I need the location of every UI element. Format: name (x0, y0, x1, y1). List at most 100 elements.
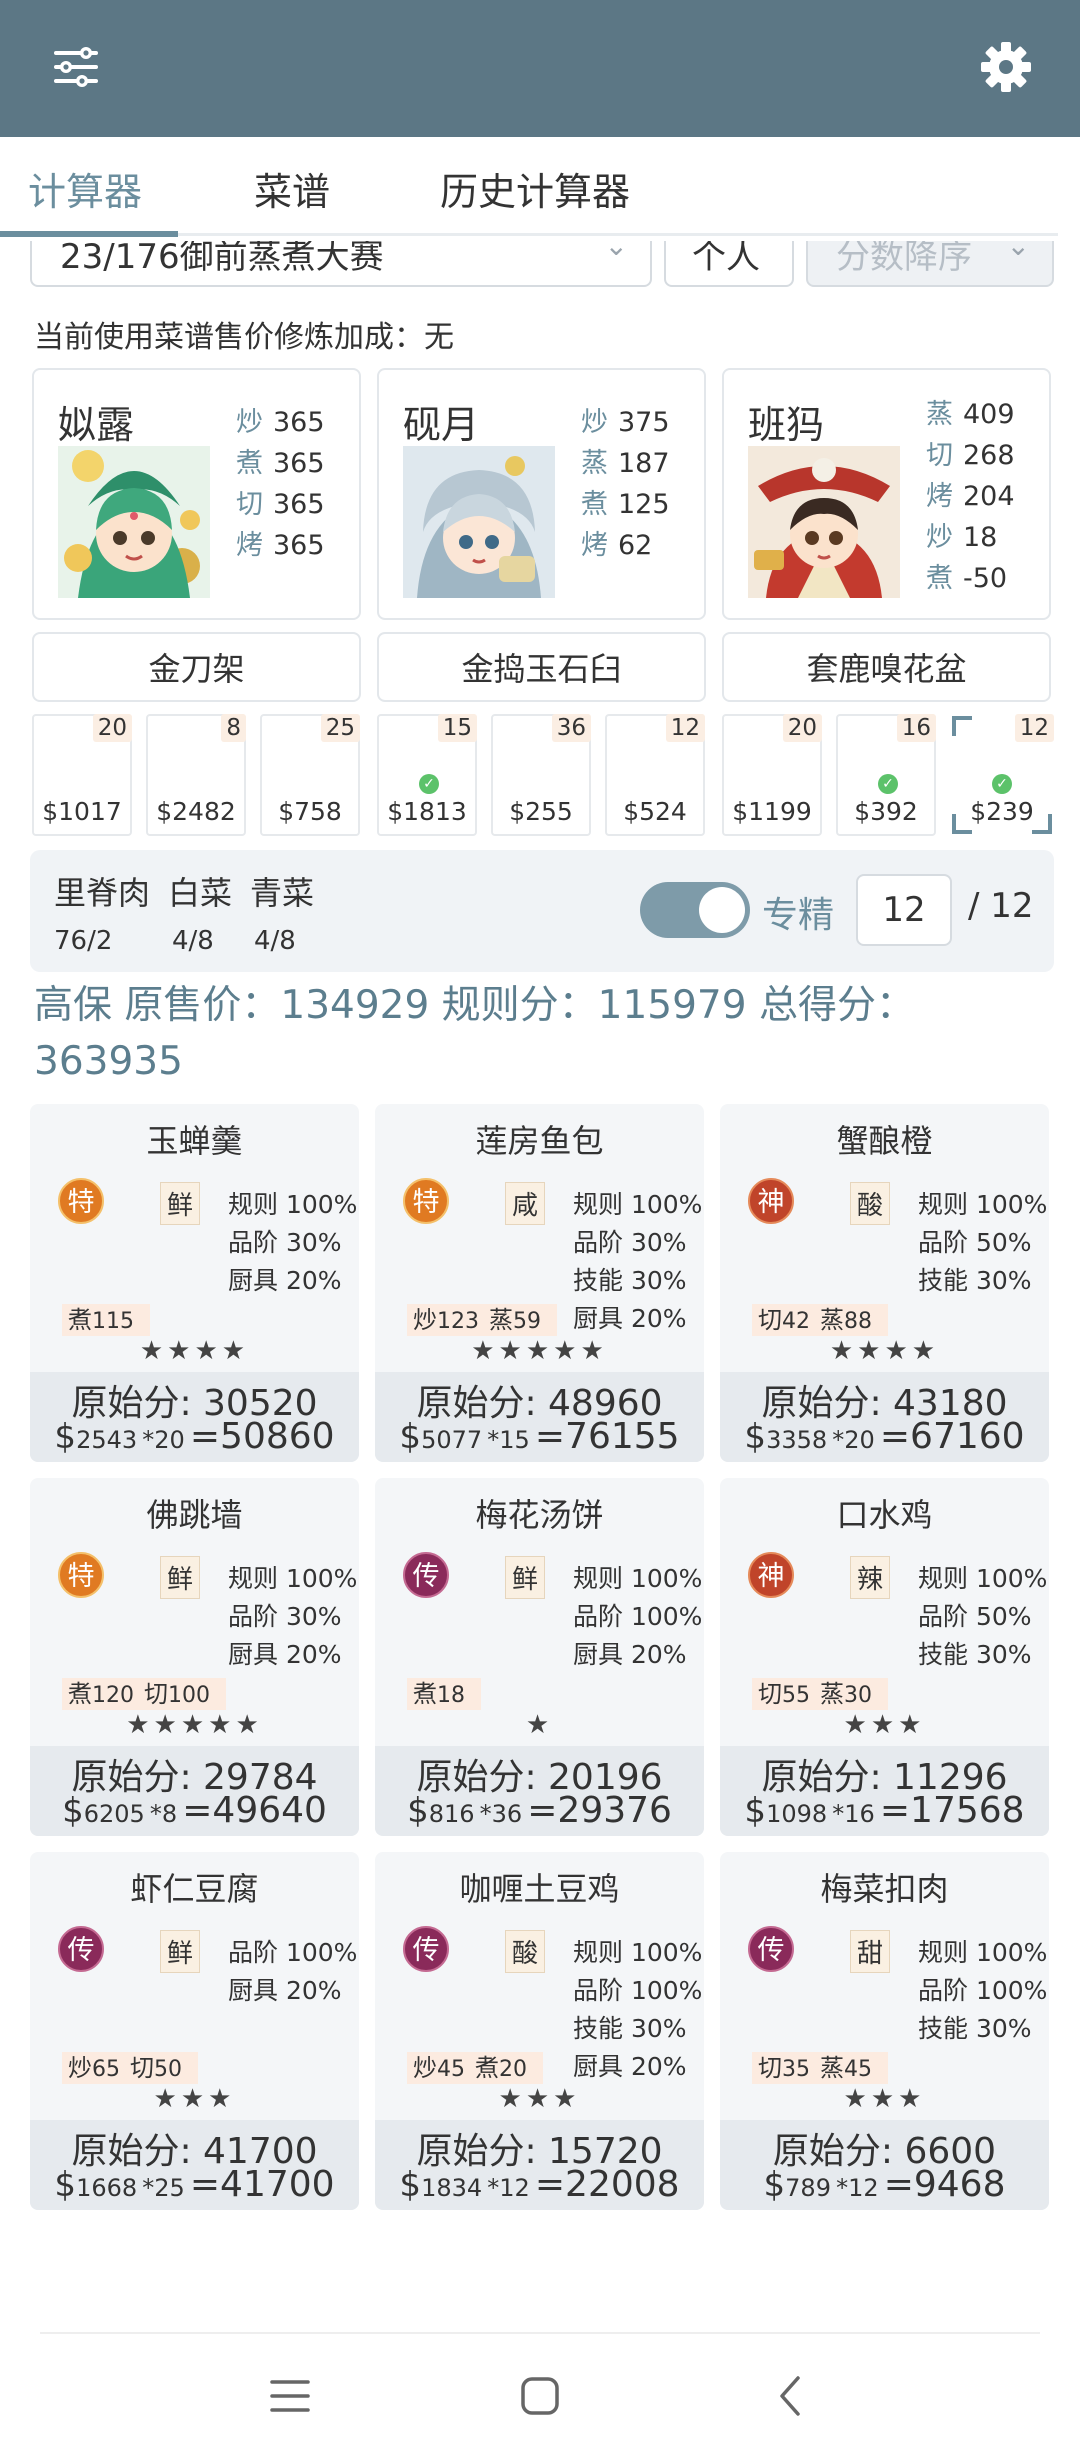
recipe-slot[interactable]: 25 $758 (260, 714, 360, 836)
recipe-card[interactable]: 梅菜扣肉传 甜规则 100% 品阶 100% 技能 30% 切35 蒸45 ★★★ 原始分: … (720, 1852, 1049, 2210)
recipe-name: 梅花汤饼 (475, 1496, 604, 1534)
unit-price: 2543 (76, 1426, 138, 1454)
recipe-stars: ★★★ (843, 1710, 926, 1740)
specialize-toggle[interactable] (640, 882, 750, 938)
home-icon[interactable] (500, 2364, 580, 2428)
recipe-name: 玉蝉羹 (146, 1122, 243, 1160)
recipe-card[interactable]: 佛跳墙特 鲜规则 100% 品阶 30% 厨具 20% 煮120 切100 ★★★★★ 原始分… (30, 1478, 359, 1836)
chef-skill: 蒸 187 (581, 448, 670, 479)
skill-need: 123 (437, 1309, 479, 1334)
chef-skill: 煮 -50 (926, 563, 1008, 594)
recipe-rule: 规则 100% (228, 1190, 358, 1219)
unit-price: 1098 (766, 1800, 828, 1828)
recipe-card[interactable]: 口水鸡神 辣规则 100% 品阶 50% 技能 30% 切55 蒸30 ★★★ 原始分: 11… (720, 1478, 1049, 1836)
skill-requirements: 煮120 切100 (62, 1678, 226, 1710)
rank-badge: 特 (58, 1178, 104, 1224)
recipe-slot[interactable]: 20 $1199 (722, 714, 822, 836)
total-price: =49640 (182, 1790, 327, 1831)
slot-price: $255 (509, 797, 573, 826)
dollar-sign: $ (54, 2165, 77, 2205)
recipe-slot[interactable]: 20 $1017 (32, 714, 132, 836)
skill-type: 煮 (68, 1680, 92, 1708)
recipe-rule: 品阶 30% (228, 1228, 342, 1257)
score-summary: 高保 原售价：134929 规则分：115979 总得分：363935 (34, 983, 915, 1084)
taste-tag: 咸 (505, 1182, 546, 1225)
slot-quantity: 15 (437, 714, 477, 742)
chef-skills: 炒 365 煮 365 切 365 烤 365 (236, 400, 356, 564)
dollar-sign: $ (744, 1791, 767, 1831)
dollar-sign: $ (744, 1417, 767, 1457)
skill-requirements: 炒45 煮20 (407, 2052, 543, 2084)
tab-history-calculator[interactable]: 历史计算器 (440, 161, 630, 216)
contest-select[interactable]: 23/176御前蒸煮大赛 ⌄ (30, 241, 652, 287)
taste-tag: 鲜 (505, 1556, 546, 1599)
multiplier: *12 (487, 2174, 530, 2202)
skill-need: 115 (92, 1309, 134, 1334)
recipe-card[interactable]: 梅花汤饼传 鲜规则 100% 品阶 100% 厨具 20% 煮18 ★ 原始分: 20196… (375, 1478, 704, 1836)
skill-need: 59 (513, 1309, 541, 1334)
chef-skill: 炒 365 (236, 407, 325, 438)
equipment-slot[interactable]: 金捣玉石臼 (377, 632, 706, 702)
recipe-score: 原始分: 6600 $789 *12 =9468 (720, 2120, 1049, 2210)
slot-quantity: 25 (320, 714, 360, 742)
skill-need: 88 (844, 1309, 872, 1334)
gear-icon[interactable] (974, 35, 1038, 99)
chef-skills: 炒 375 蒸 187 煮 125 烤 62 (581, 400, 701, 564)
sort-select[interactable]: 分数降序 ⌄ (806, 241, 1054, 287)
recipe-slot[interactable]: 36 $255 (491, 714, 591, 836)
chef-skill: 切 365 (236, 489, 325, 520)
slot-quantity: 16 (896, 714, 936, 742)
slot-quantity: 36 (551, 714, 591, 742)
chef-card[interactable]: 班犸 蒸 409 切 268 烤 204 炒 18 煮 -50 (722, 368, 1051, 620)
skill-type: 炒 (68, 2054, 92, 2082)
skill-type: 切 (758, 1680, 782, 1708)
mode-select-value: 个人 (692, 241, 760, 277)
recipe-slot[interactable]: 8 $2482 (146, 714, 246, 836)
chef-avatar (748, 446, 900, 598)
chef-card[interactable]: 姒露 炒 365 煮 365 切 365 烤 365 (32, 368, 361, 620)
dollar-sign: $ (407, 1791, 429, 1831)
recipe-slot[interactable]: 16 ✓ $392 (836, 714, 936, 836)
recipe-rule: 品阶 30% (228, 1602, 342, 1631)
chef-skill: 烤 62 (581, 530, 653, 561)
slot-price: $1017 (42, 797, 122, 826)
skill-type: 煮 (475, 2054, 499, 2082)
unit-price: 789 (785, 2174, 831, 2202)
slot-quantity: 20 (92, 714, 132, 742)
total-price: =22008 (534, 2164, 680, 2205)
chevron-down-icon: ⌄ (604, 241, 628, 262)
rank-badge: 特 (58, 1552, 104, 1598)
chef-avatar (58, 446, 210, 598)
slot-price: $758 (278, 797, 342, 826)
skill-need: 65 (92, 2057, 120, 2082)
recipe-card[interactable]: 蟹酿橙神 酸规则 100% 品阶 50% 技能 30% 切42 蒸88 ★★★★ 原始分: 4… (720, 1104, 1049, 1462)
dollar-sign: $ (54, 1417, 77, 1457)
recipe-stars: ★★★★★ (126, 1710, 263, 1740)
tab-recipes[interactable]: 菜谱 (254, 161, 330, 216)
mode-select[interactable]: 个人 (664, 241, 794, 287)
recipe-card[interactable]: 玉蝉羹特 鲜规则 100% 品阶 30% 厨具 20% 煮115 ★★★★ 原始分: 305… (30, 1104, 359, 1462)
recipe-slot-selected[interactable]: 12 ✓ $239 (950, 714, 1054, 836)
menu-icon[interactable] (250, 2364, 330, 2428)
recipe-card[interactable]: 虾仁豆腐传 鲜品阶 100% 厨具 20% 炒65 切50 ★★★ 原始分: 41700 $1… (30, 1852, 359, 2210)
recipe-card[interactable]: 莲房鱼包特 咸规则 100% 品阶 30% 技能 30% 厨具 20% 炒123 蒸59 ★★… (375, 1104, 704, 1462)
multiplier: *12 (836, 2174, 879, 2202)
tab-calculator[interactable]: 计算器 (28, 161, 142, 216)
level-input[interactable]: 12 (856, 874, 952, 946)
chef-card[interactable]: 砚月 炒 375 蒸 187 煮 125 烤 62 (377, 368, 706, 620)
total-price: =29376 (527, 1790, 672, 1831)
chef-name: 班犸 (748, 403, 825, 447)
recipe-slot[interactable]: 15 ✓ $1813 (377, 714, 477, 836)
back-icon[interactable] (750, 2364, 830, 2428)
skill-type: 蒸 (820, 1306, 844, 1334)
recipe-card[interactable]: 咖喱土豆鸡传 酸规则 100% 品阶 100% 技能 30% 厨具 20% 炒45 煮20 ★… (375, 1852, 704, 2210)
unit-price: 6205 (83, 1800, 145, 1828)
recipe-slot[interactable]: 12 $524 (605, 714, 705, 836)
price-line: $1668 *25 =41700 (30, 2164, 359, 2205)
sliders-icon[interactable] (44, 35, 108, 99)
equipment-slot[interactable]: 金刀架 (32, 632, 361, 702)
price-line: $789 *12 =9468 (720, 2164, 1049, 2205)
dollar-sign: $ (62, 1791, 84, 1831)
skill-type: 炒 (413, 1306, 437, 1334)
equipment-slot[interactable]: 套鹿嗅花盆 (722, 632, 1051, 702)
